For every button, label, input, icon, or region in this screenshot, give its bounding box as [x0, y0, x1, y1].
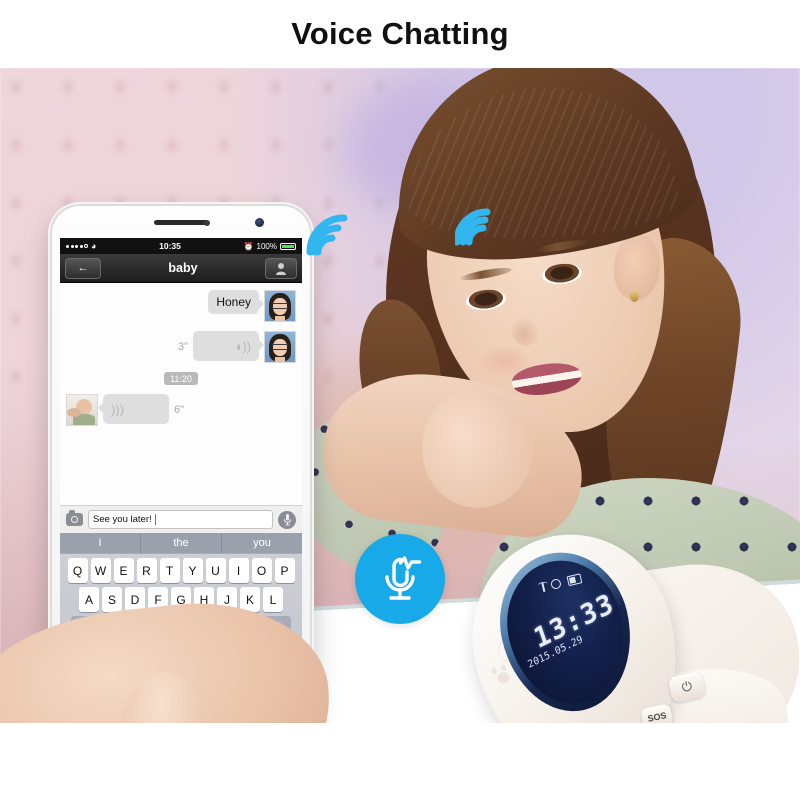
sos-label: SOS: [646, 710, 668, 723]
microphone-icon[interactable]: [278, 510, 296, 529]
earpiece-speaker: [154, 220, 208, 225]
status-right: ⏰ 100%: [244, 242, 296, 251]
message-input[interactable]: See you later!: [88, 510, 273, 529]
status-left: ◕: [66, 241, 96, 251]
voice-feature-badge: [355, 534, 445, 624]
contact-button[interactable]: [265, 257, 297, 279]
key-y[interactable]: Y: [182, 558, 203, 583]
voice-wave-icon: ◖)): [234, 338, 251, 354]
key-o[interactable]: O: [251, 558, 272, 583]
signal-waves-phone: [300, 176, 380, 256]
page-title: Voice Chatting: [291, 16, 509, 51]
chat-message-row: ))) 6": [66, 394, 296, 426]
key-w[interactable]: W: [90, 558, 111, 583]
photo-scene: ◕ 10:35 ⏰ 100% ← baby Honey 3" ◖)) 11:20…: [0, 68, 800, 723]
voice-mic-waveform-icon: [385, 556, 422, 600]
key-p[interactable]: P: [274, 558, 295, 583]
suggestion-1[interactable]: I: [60, 533, 141, 553]
keyboard-suggestions: I the you: [60, 533, 302, 554]
suggestion-2[interactable]: the: [141, 533, 222, 553]
phone-status-bar: ◕ 10:35 ⏰ 100%: [60, 238, 302, 254]
chat-message-row: Honey: [66, 290, 296, 322]
key-t[interactable]: T: [159, 558, 180, 583]
chat-bubble-voice[interactable]: ◖)): [193, 331, 264, 361]
message-input-value: See you later!: [93, 514, 152, 525]
key-e[interactable]: E: [113, 558, 134, 583]
key-s[interactable]: S: [102, 587, 122, 612]
chat-timestamp: 11:20: [66, 372, 296, 385]
child-earring: [630, 290, 639, 302]
key-i[interactable]: I: [228, 558, 249, 583]
signal-strength-icon: [66, 244, 88, 248]
back-button[interactable]: ←: [65, 257, 101, 279]
chat-bubble-text[interactable]: Honey: [208, 290, 264, 314]
key-r[interactable]: R: [136, 558, 157, 583]
page-title-bar: Voice Chatting: [0, 0, 800, 68]
key-a[interactable]: A: [79, 587, 99, 612]
avatar: [66, 394, 98, 426]
chat-bubble-voice[interactable]: ))): [98, 394, 169, 424]
battery-percent-label: 100%: [256, 241, 277, 251]
phone-top-bezel: [52, 206, 310, 238]
keyboard-row-1: Q W E R T Y U I O P: [62, 558, 300, 583]
person-icon: [276, 262, 286, 275]
key-q[interactable]: Q: [67, 558, 88, 583]
status-clock: 10:35: [159, 241, 181, 251]
battery-icon: [280, 242, 296, 250]
poster-page: Voice Chatting ◕ 10:35 ⏰ 100% ← baby Hon…: [0, 0, 800, 800]
suggestion-3[interactable]: you: [222, 533, 302, 553]
key-l[interactable]: L: [263, 587, 283, 612]
voice-duration-label: 6": [174, 404, 185, 416]
battery-icon: [566, 573, 583, 587]
power-icon: ⏻: [680, 678, 694, 695]
voice-wave-icon: ))): [111, 401, 124, 417]
watch-status-row: [541, 573, 583, 592]
signal-waves-child: [455, 178, 535, 250]
chat-timestamp-label: 11:20: [164, 372, 198, 385]
message-compose-bar: See you later!: [60, 505, 302, 533]
avatar: [264, 331, 296, 363]
chat-message-row: 3" ◖)): [66, 331, 296, 363]
key-u[interactable]: U: [205, 558, 226, 583]
network-icon: [549, 578, 562, 591]
avatar: [264, 290, 296, 322]
chat-thread: Honey 3" ◖)) 11:20))) 6": [60, 283, 302, 505]
voice-duration-label: 3": [177, 341, 188, 353]
alarm-icon: ⏰: [243, 241, 254, 251]
wifi-icon: ◕: [91, 241, 97, 251]
chat-nav-bar: ← baby: [60, 254, 302, 283]
kids-smartwatch: 13:33 2015.05.29 ⏻ SOS: [430, 468, 800, 723]
front-camera-icon: [255, 218, 264, 227]
proximity-sensor-icon: [204, 220, 210, 226]
signal-icon: [541, 582, 546, 592]
chat-title: baby: [168, 261, 198, 275]
text-caret: [154, 514, 156, 525]
back-arrow-icon: ←: [77, 262, 89, 274]
camera-icon[interactable]: [66, 510, 83, 526]
